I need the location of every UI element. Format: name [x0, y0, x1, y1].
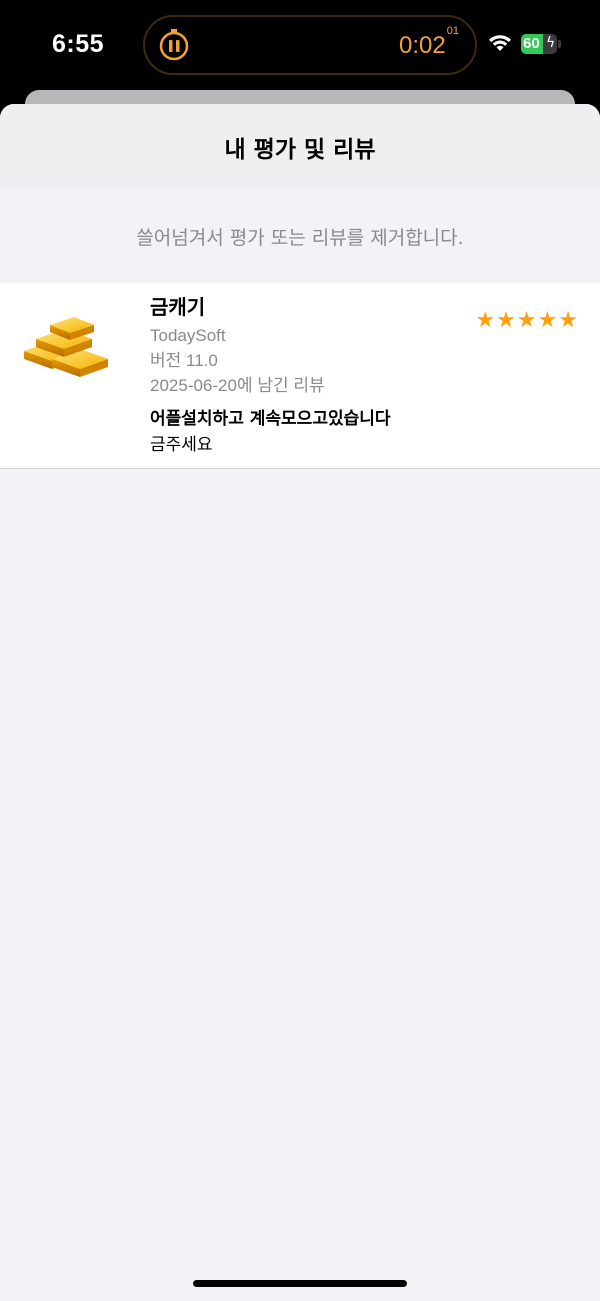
- gold-bars-icon: [24, 317, 108, 377]
- timer-value: 0:0201: [399, 25, 459, 60]
- star-icon: ★: [558, 308, 578, 333]
- wifi-icon: [489, 35, 511, 51]
- battery-nub: [558, 40, 561, 48]
- review-date: 2025-06-20에 남긴 리뷰: [150, 376, 325, 395]
- page-title: 내 평가 및 리뷰: [224, 137, 376, 163]
- review-row[interactable]: 금캐기 TodaySoft 버전 11.0 2025-06-20에 남긴 리뷰 …: [0, 283, 600, 469]
- review-title: 어플설치하고 계속모으고있습니다: [150, 409, 391, 429]
- bolt-icon: ϟ: [546, 35, 556, 51]
- battery-body: 60 ϟ: [521, 34, 557, 54]
- dynamic-island-timer[interactable]: 0:0201: [143, 15, 477, 75]
- developer-name: TodaySoft: [150, 326, 226, 345]
- app-name: 금캐기: [150, 295, 206, 319]
- status-time: 6:55: [52, 30, 105, 58]
- star-rating: ★ ★ ★ ★ ★: [475, 310, 578, 332]
- pause-icon[interactable]: [157, 28, 191, 62]
- battery-level: 60: [523, 35, 540, 52]
- star-icon: ★: [537, 308, 558, 333]
- star-icon: ★: [475, 308, 496, 333]
- timer-main: 0:02: [399, 32, 446, 59]
- battery-icon: 60 ϟ: [521, 34, 561, 54]
- app-version: 버전 11.0: [150, 351, 218, 370]
- home-indicator[interactable]: [193, 1280, 407, 1287]
- timer-fraction: 01: [446, 25, 459, 37]
- nav-bar: 내 평가 및 리뷰: [0, 104, 600, 190]
- ratings-reviews-sheet: 내 평가 및 리뷰 쓸어넘겨서 평가 또는 리뷰를 제거합니다. 금캐기 Tod…: [0, 104, 600, 1301]
- review-content: 금캐기 TodaySoft 버전 11.0 2025-06-20에 남긴 리뷰 …: [150, 291, 391, 458]
- hint-area: 쓸어넘겨서 평가 또는 리뷰를 제거합니다.: [0, 190, 600, 283]
- star-icon: ★: [516, 308, 537, 333]
- swipe-hint: 쓸어넘겨서 평가 또는 리뷰를 제거합니다.: [136, 227, 464, 249]
- review-body: 금주세요: [150, 435, 213, 455]
- star-icon: ★: [496, 308, 516, 333]
- status-bar: 6:55 0:0201 60 ϟ: [0, 0, 600, 92]
